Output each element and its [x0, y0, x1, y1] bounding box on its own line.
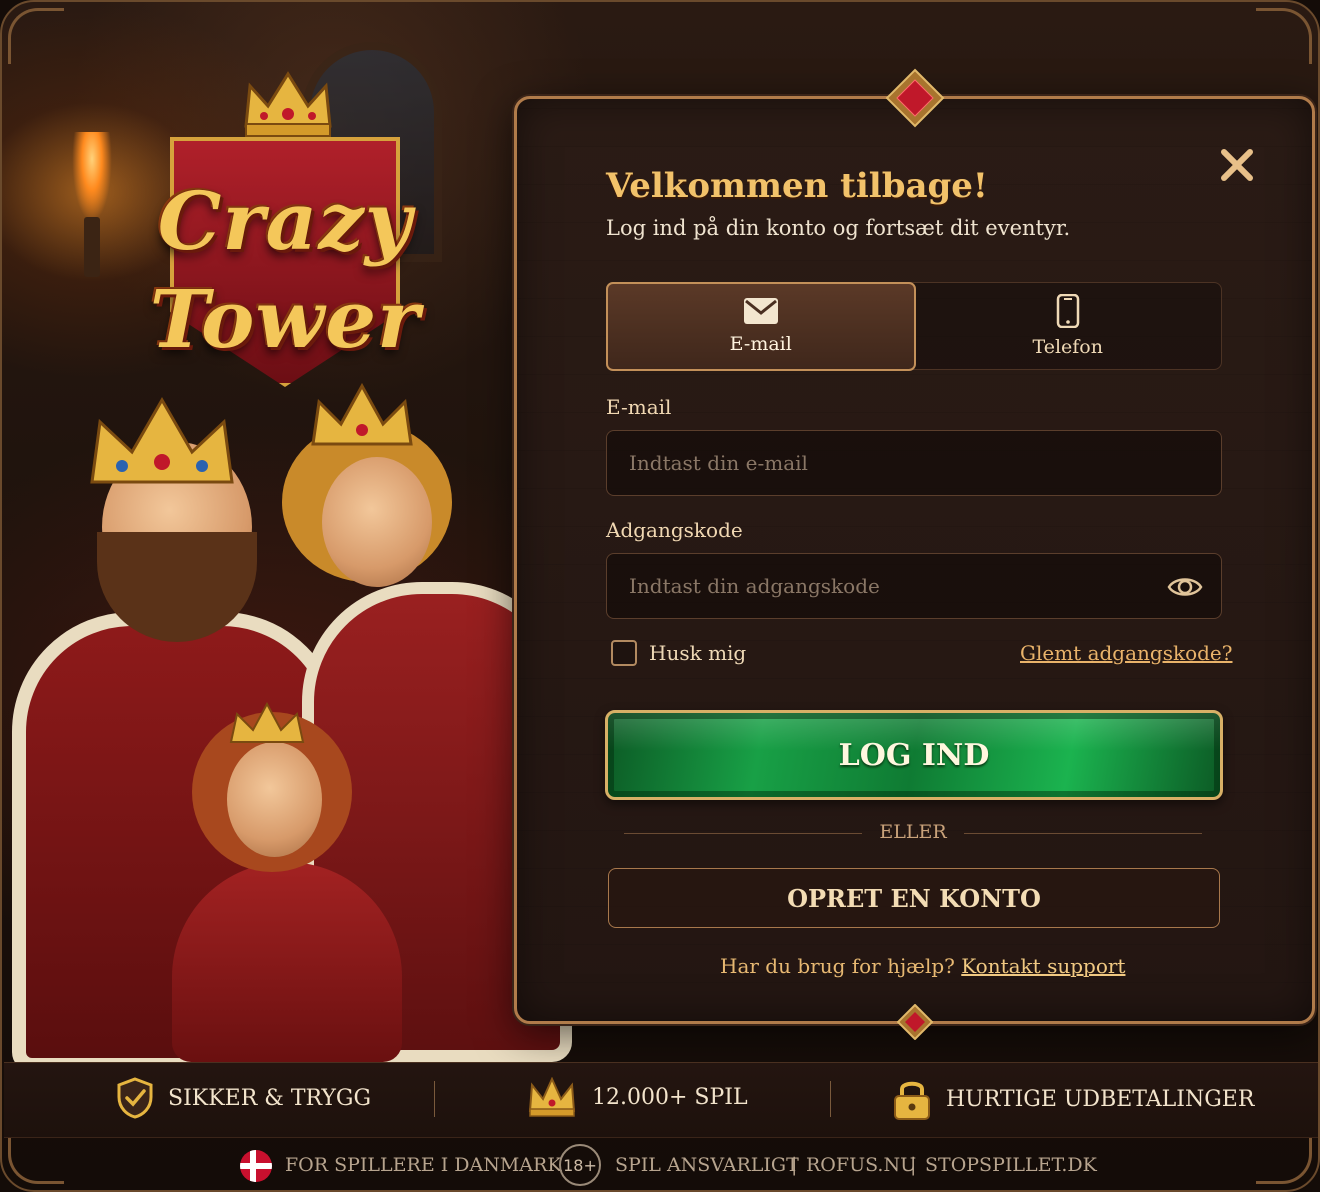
- tab-email-label: E-mail: [729, 333, 792, 355]
- password-input[interactable]: [629, 574, 1199, 598]
- login-button[interactable]: LOG IND: [605, 710, 1223, 800]
- forgot-password-link[interactable]: Glemt adgangskode?: [1020, 641, 1233, 665]
- logo-crown-icon: [244, 71, 332, 137]
- phone-icon: [1056, 294, 1079, 328]
- feature-divider: [830, 1081, 831, 1117]
- footer-separator: |: [791, 1154, 798, 1176]
- footer-rofus-link[interactable]: ROFUS.NU: [806, 1154, 916, 1176]
- remember-me-label: Husk mig: [649, 641, 747, 665]
- email-label: E-mail: [606, 395, 672, 419]
- footer-separator: |: [910, 1154, 917, 1176]
- login-title: Velkommen tilbage!: [606, 166, 988, 206]
- tab-email[interactable]: E-mail: [605, 281, 916, 371]
- close-icon: [1221, 149, 1253, 181]
- princess-face: [227, 742, 322, 857]
- tab-phone-label: Telefon: [1032, 336, 1103, 358]
- padlock-icon: [894, 1081, 930, 1120]
- feature-payouts: HURTIGE UDBETALINGER: [892, 1077, 1254, 1121]
- help-line: Har du brug for hjælp? Kontakt support: [720, 954, 1125, 978]
- footer: FOR SPILLERE I DANMARK SPIL ANSVARLIGT |…: [2, 1142, 1318, 1190]
- divider-line: [624, 833, 862, 834]
- king-crown-icon: [90, 396, 234, 484]
- princess-tiara-icon: [229, 701, 305, 743]
- feature-security-label: SIKKER & TRYGG: [168, 1085, 372, 1111]
- remember-me-toggle[interactable]: Husk mig: [611, 640, 746, 666]
- login-subtitle: Log ind på din konto og fortsæt dit even…: [606, 216, 1071, 240]
- corner-ornament: [8, 8, 64, 64]
- footer-stopspillet-link[interactable]: STOPSPILLET.DK: [925, 1154, 1097, 1176]
- password-field-wrapper: [606, 553, 1222, 619]
- game-logo: Crazy Tower: [120, 62, 450, 392]
- tab-phone[interactable]: Telefon: [915, 283, 1222, 369]
- torch-holder: [84, 217, 100, 277]
- ruby-gem-ornament-icon: [885, 68, 945, 128]
- features-bar: SIKKER & TRYGG 12.000+ SPIL HURTIGE UDBE…: [4, 1062, 1318, 1138]
- queen-face: [322, 457, 432, 587]
- crown-icon: [528, 1077, 576, 1117]
- close-button[interactable]: [1212, 140, 1262, 190]
- show-password-eye-icon[interactable]: [1167, 571, 1203, 603]
- feature-payouts-label: HURTIGE UDBETALINGER: [946, 1086, 1255, 1112]
- help-text: Har du brug for hjælp?: [720, 954, 955, 978]
- login-method-tabs: E-mail Telefon: [605, 281, 1222, 371]
- age-18-badge: 18+: [559, 1144, 601, 1186]
- password-label: Adgangskode: [606, 518, 743, 542]
- logo-title-line2: Tower: [149, 272, 421, 366]
- logo-title-line1: Crazy: [157, 174, 413, 268]
- footer-responsible-gaming-link[interactable]: SPIL ANSVARLIGT: [615, 1154, 799, 1176]
- ruby-gem-ornament-icon: [897, 1004, 933, 1040]
- divider-line: [964, 833, 1202, 834]
- feature-security: SIKKER & TRYGG: [116, 1077, 371, 1119]
- torch-flame: [72, 132, 112, 222]
- email-field-wrapper: [606, 430, 1222, 496]
- feature-games-label: 12.000+ SPIL: [592, 1084, 748, 1110]
- royal-family-illustration: [2, 382, 602, 1072]
- shield-check-icon: [117, 1077, 153, 1119]
- app-frame: Crazy Tower Velkommen tilbage! Log ind p…: [0, 0, 1320, 1192]
- remember-me-checkbox[interactable]: [611, 640, 637, 666]
- corner-ornament: [1256, 8, 1312, 64]
- queen-crown-icon: [311, 382, 413, 446]
- or-separator: ELLER: [879, 821, 947, 843]
- create-account-button[interactable]: OPRET EN KONTO: [608, 868, 1220, 928]
- footer-country: FOR SPILLERE I DANMARK: [285, 1154, 562, 1176]
- contact-support-link[interactable]: Kontakt support: [961, 954, 1125, 978]
- envelope-icon: [743, 298, 778, 324]
- feature-games: 12.000+ SPIL: [526, 1077, 748, 1117]
- feature-divider: [434, 1081, 435, 1117]
- email-input[interactable]: [629, 451, 1199, 475]
